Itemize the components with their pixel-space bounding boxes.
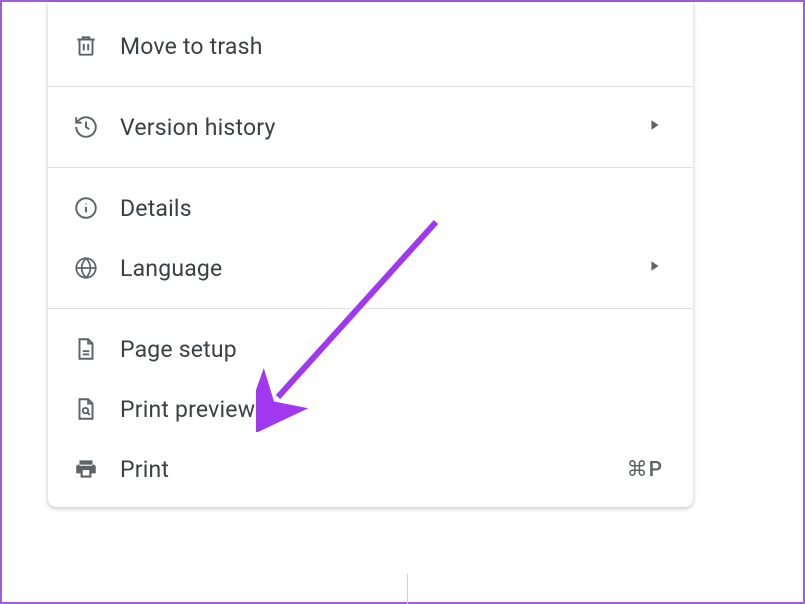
menu-item-move-to-trash[interactable]: Move to trash: [48, 16, 693, 76]
file-menu-dropdown: Move to trash Version history Details: [48, 2, 693, 507]
menu-item-label: Version history: [120, 114, 649, 141]
menu-item-page-setup[interactable]: Page setup: [48, 319, 693, 379]
preview-icon: [72, 395, 100, 423]
menu-divider: [48, 86, 693, 87]
submenu-arrow-icon: [649, 119, 661, 135]
menu-item-print-preview[interactable]: Print preview: [48, 379, 693, 439]
menu-item-label: Print preview: [120, 396, 669, 423]
menu-item-language[interactable]: Language: [48, 238, 693, 298]
submenu-arrow-icon: [649, 260, 661, 276]
globe-icon: [72, 254, 100, 282]
history-icon: [72, 113, 100, 141]
menu-item-label: Details: [120, 195, 669, 222]
page-icon: [72, 335, 100, 363]
keyboard-shortcut: ⌘P: [627, 457, 663, 482]
menu-item-details[interactable]: Details: [48, 178, 693, 238]
trash-icon: [72, 32, 100, 60]
menu-item-label: Move to trash: [120, 33, 669, 60]
printer-icon: [72, 455, 100, 483]
menu-item-label: Language: [120, 255, 649, 282]
info-icon: [72, 194, 100, 222]
menu-divider: [48, 167, 693, 168]
menu-item-version-history[interactable]: Version history: [48, 97, 693, 157]
menu-item-label: Print: [120, 456, 627, 483]
menu-item-label: Page setup: [120, 336, 669, 363]
menu-item-print[interactable]: Print ⌘P: [48, 439, 693, 499]
menu-divider: [48, 308, 693, 309]
